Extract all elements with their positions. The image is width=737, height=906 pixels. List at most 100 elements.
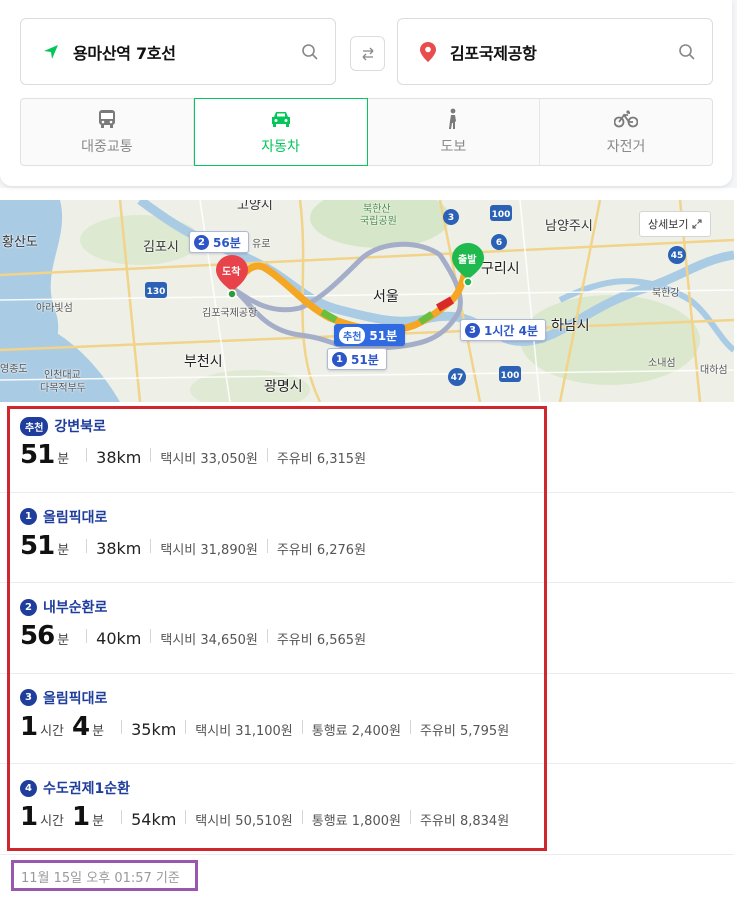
divider [86,538,88,553]
divider [150,448,152,462]
divider [301,719,303,734]
divider [86,629,88,643]
map-route-tag-2[interactable]: 2 56분 [189,231,249,253]
route-distance: 38km [96,448,142,467]
recommended-chip: 추천 [339,326,366,344]
timestamp-row: 11월 15일 오후 01:57 기준 [0,854,734,898]
map-label: 국립공원 [360,216,397,227]
tab-label: 대중교통 [81,139,133,155]
map-route-tag-1[interactable]: 1 51분 [327,348,387,370]
end-location-field[interactable]: 김포국제공항 [397,18,713,85]
tab-car[interactable]: 자동차 [193,98,368,166]
divider [121,719,123,734]
walk-icon [446,108,460,130]
map-label: 황산도 [2,235,38,250]
route-number-badge: 1 [20,508,37,525]
swap-icon [362,47,373,60]
route-distance: 54km [131,810,177,829]
location-pin-icon [416,40,440,64]
map-label: 서울 [373,289,399,305]
bicycle-icon [614,108,639,130]
route-number-badge: 3 [465,322,480,338]
end-search-icon[interactable] [676,41,698,63]
route-name: 내부순환로 [43,600,108,616]
divider [150,629,152,643]
taxi-fare: 택시비 34,650원 [160,633,258,648]
divider [121,810,123,824]
svg-text:47: 47 [451,373,464,383]
search-card: 용마산역 7호선 김포국제공항 대중교통 자동차 도보 자전거 [0,0,732,186]
start-location-field[interactable]: 용마산역 7호선 [20,18,336,85]
start-search-icon[interactable] [299,41,321,63]
map-label: 구리시 [481,261,520,277]
recommended-badge: 추천 [20,416,49,436]
route-number-badge: 2 [20,598,37,616]
map-label: 아라빛섬 [36,303,73,314]
end-location-text: 김포국제공항 [450,43,537,63]
route-map[interactable]: 130 100 45 47 100 3 6 고양시 김포시 유로 북한산 국립공… [0,200,734,402]
route-name: 강변북로 [54,419,106,435]
map-label: 남양주시 [545,219,593,234]
map-label: 영종도 [0,364,28,375]
route-option-3[interactable]: 3 올림픽대로 1 시간 4 분 35km 택시비 31,100원 통행료 2,… [0,674,734,764]
map-label: 하남시 [551,318,590,334]
tab-public-transit[interactable]: 대중교통 [21,99,194,165]
map-route-tag-3[interactable]: 3 1시간 4분 [460,319,546,341]
divider [86,448,88,462]
route-option-2[interactable]: 2 내부순환로 56 분 40km 택시비 34,650원 주유비 6,565원 [0,583,734,674]
update-timestamp: 11월 15일 오후 01:57 기준 [21,871,180,886]
minute-unit: 분 [92,814,105,829]
map-label: 고양시 [237,200,273,213]
minute-unit: 분 [57,452,70,467]
origin-pin[interactable]: 출발 [452,243,484,287]
taxi-fare: 택시비 31,890원 [160,542,258,558]
hour-unit: 시간 [40,814,65,829]
toll-fee: 통행료 1,800원 [311,814,401,829]
tab-walk[interactable]: 도보 [368,99,541,165]
navigation-arrow-icon [39,40,63,64]
route-option-recommended[interactable]: 추천 강변북로 51 분 38km 택시비 33,050원 주유비 6,315원 [0,402,734,493]
divider [266,448,268,462]
swap-button[interactable] [350,36,385,71]
route-name: 올림픽대로 [43,509,108,526]
divider [301,810,303,824]
fuel-cost: 주유비 8,834원 [419,814,510,829]
fuel-cost: 주유비 5,795원 [419,723,510,739]
route-time: 51분 [369,328,398,343]
taxi-fare: 택시비 31,100원 [195,723,293,739]
svg-text:6: 6 [496,238,502,248]
destination-pin[interactable]: 도착 [216,255,248,299]
route-time: 56분 [213,235,241,250]
route-option-1[interactable]: 1 올림픽대로 51 분 38km 택시비 31,890원 주유비 6,276원 [0,493,734,583]
destination-pin-label: 도착 [222,267,241,278]
svg-text:100: 100 [501,371,520,381]
route-distance: 35km [131,719,177,739]
map-route-tag-recommended[interactable]: 추천 51분 [334,324,406,346]
route-number-badge: 4 [20,779,37,797]
map-label: 김포시 [143,240,179,255]
route-minutes: 51 [20,530,55,561]
route-time: 51분 [351,352,379,367]
svg-text:3: 3 [448,213,454,223]
svg-text:130: 130 [147,287,166,297]
map-label: 대하섬 [700,365,728,376]
divider [266,629,268,643]
fuel-cost: 주유비 6,276원 [276,542,367,558]
tab-label: 자동차 [261,139,300,155]
route-minutes: 51 [20,440,55,470]
tab-label: 자전거 [606,139,646,155]
start-location-text: 용마산역 7호선 [73,43,176,63]
route-minutes: 4 [72,711,90,742]
map-detail-button[interactable]: 상세보기 [639,211,712,237]
tab-bicycle[interactable]: 자전거 [540,99,712,165]
map-canvas: 130 100 45 47 100 3 6 [0,200,734,402]
route-option-4[interactable]: 4 수도권제1순환 1 시간 1 분 54km 택시비 50,510원 통행료 … [0,764,734,855]
map-label: 김포국제공항 [202,308,258,319]
route-number-badge: 1 [332,351,347,367]
toll-fee: 통행료 2,400원 [311,723,401,739]
route-time: 1시간 4분 [484,323,538,338]
route-hours: 1 [20,802,38,832]
map-label: 광명시 [264,379,303,395]
route-name: 올림픽대로 [43,690,108,707]
svg-text:45: 45 [671,251,684,261]
